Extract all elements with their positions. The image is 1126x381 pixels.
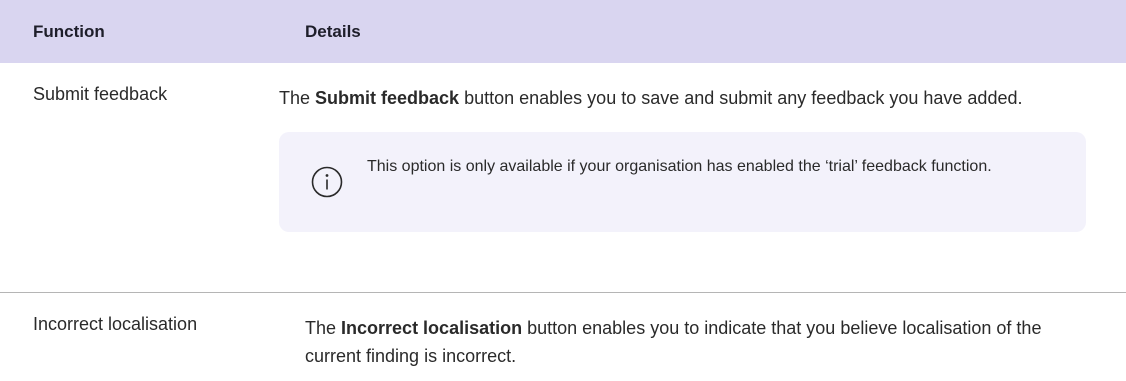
info-note-text: This option is only available if your or… [367,158,992,175]
details-text: The Incorrect localisation button enable… [305,314,1086,370]
details-cell: The Incorrect localisation button enable… [305,293,1126,380]
table-row: Submit feedback The Submit feedback butt… [0,63,1126,293]
column-header-function: Function [33,21,105,41]
details-bold-term: Incorrect localisation [341,318,523,338]
details-prefix: The [279,88,316,108]
column-header-details: Details [305,21,361,41]
details-suffix: button enables you to save and submit an… [459,88,1023,108]
function-details-table: Function Details Submit feedback The Sub… [0,0,1126,380]
details-prefix: The [305,318,342,338]
info-note: This option is only available if your or… [279,132,1086,232]
info-icon [311,166,343,198]
function-cell: Incorrect localisation [33,314,198,334]
function-cell: Submit feedback [33,84,168,104]
details-text: The Submit feedback button enables you t… [279,84,1086,112]
table-row: Incorrect localisation The Incorrect loc… [0,293,1126,380]
details-cell: The Submit feedback button enables you t… [279,63,1126,292]
details-bold-term: Submit feedback [315,88,460,108]
table-header-row: Function Details [0,0,1126,63]
